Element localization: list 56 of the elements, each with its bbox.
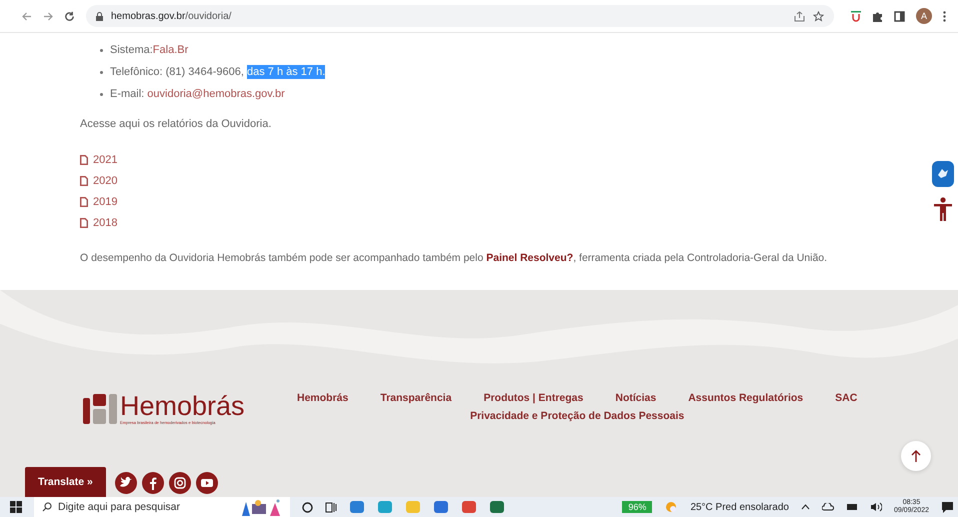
taskbar-search-field[interactable]: Digite aqui para pesquisar [58,497,238,517]
address-bar[interactable]: hemobras.gov.br/ouvidoria/ [86,5,834,27]
footer-nav-link[interactable]: Produtos | Entregas [484,392,584,404]
reports-intro: Acesse aqui os relatórios da Ouvidoria. [80,118,272,130]
logo-mark-icon [83,394,117,424]
profile-avatar[interactable]: A [916,8,932,24]
logo-name: Hemobrás [120,392,245,420]
back-icon[interactable] [22,12,32,20]
task-view-icon[interactable] [325,502,337,512]
back-to-top-button[interactable] [901,441,931,471]
report-link[interactable]: 2018 [93,216,118,228]
menu-icon[interactable] [943,10,946,22]
side-panel-icon[interactable] [894,10,905,22]
notification-icon[interactable] [941,500,954,514]
document-icon [80,154,88,164]
share-icon[interactable] [794,10,805,22]
footer-nav-link[interactable]: Notícias [615,392,656,404]
lock-icon [96,12,103,20]
twitter-icon[interactable] [114,472,137,494]
footer-nav-link[interactable]: Privacidade e Proteção de Dados Pessoais [470,410,684,422]
accessibility-icon[interactable] [933,197,953,221]
document-icon [80,176,88,186]
footer-nav-link[interactable]: Hemobrás [297,392,348,404]
chevron-up-icon[interactable] [800,504,810,510]
report-link[interactable]: 2020 [93,174,118,186]
volume-icon[interactable] [870,502,882,512]
document-icon [80,196,88,206]
contact-link[interactable]: Fala.Br [152,44,188,56]
contact-item: Sistema:Fala.Br [110,44,188,56]
star-icon[interactable] [813,10,824,22]
report-link[interactable]: 2021 [93,154,118,166]
extension-icon[interactable] [851,10,861,22]
reload-icon[interactable] [64,10,75,22]
footer-nav-link[interactable]: Assuntos Regulatórios [688,392,804,404]
contact-item: Telefônico: (81) 3464-9606, das 7 h às 17 h. [110,66,326,78]
arrow-up-icon [910,449,922,463]
url-text: hemobras.gov.br/ouvidoria/ [111,10,232,22]
cortana-icon[interactable] [302,502,313,512]
translate-button[interactable]: Translate » [25,467,106,497]
youtube-icon[interactable] [196,472,218,494]
puzzle-icon[interactable] [872,10,883,22]
contact-link[interactable]: ouvidoria@hemobras.gov.br [147,88,285,100]
selected-text: das 7 h às 17 h. [246,65,326,79]
windows-start-icon[interactable] [10,501,22,513]
paragraph: O desempenho da Ouvidoria Hemobrás também pode ser acompanhado também pelo Painel Resolveu?, ferramenta criada pela Controladoria-Geral da União. [80,252,828,264]
forward-icon[interactable] [43,12,53,20]
weather-text[interactable]: 25°C Pred ensolarado [690,502,789,512]
cloud-icon[interactable] [822,503,834,511]
report-link[interactable]: 2019 [93,196,118,208]
instagram-icon[interactable] [168,472,191,494]
facebook-icon[interactable] [142,472,164,494]
footer-nav-link[interactable]: SAC [835,392,858,404]
search-icon [34,497,58,517]
contact-item: E-mail: ouvidoria@hemobras.gov.br [110,88,285,100]
document-icon [80,218,88,228]
footer-nav-link[interactable]: Transparência [380,392,452,404]
